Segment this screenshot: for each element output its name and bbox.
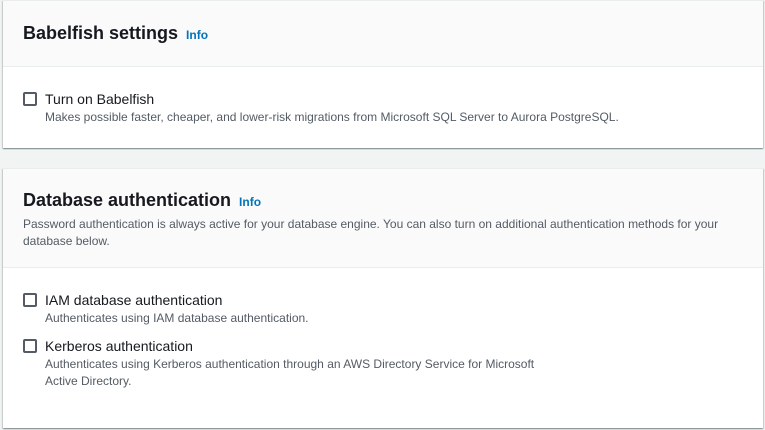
turn-on-babelfish-label[interactable]: Turn on Babelfish bbox=[45, 89, 745, 109]
database-authentication-title-row: Database authentication Info bbox=[23, 188, 743, 212]
turn-on-babelfish-checkbox[interactable] bbox=[23, 92, 37, 106]
babelfish-info-link[interactable]: Info bbox=[186, 28, 208, 42]
database-authentication-info-link[interactable]: Info bbox=[239, 195, 261, 209]
database-authentication-description: Password authentication is always active… bbox=[23, 217, 719, 248]
babelfish-settings-header: Babelfish settings Info bbox=[3, 1, 763, 67]
iam-authentication-label[interactable]: IAM database authentication bbox=[45, 290, 565, 310]
iam-authentication-text: IAM database authentication Authenticate… bbox=[45, 290, 565, 327]
babelfish-settings-title: Babelfish settings bbox=[23, 23, 179, 43]
database-authentication-header: Database authentication Info Password au… bbox=[3, 169, 763, 268]
turn-on-babelfish-description: Makes possible faster, cheaper, and lowe… bbox=[45, 110, 619, 124]
database-authentication-title: Database authentication bbox=[23, 190, 232, 210]
iam-authentication-option[interactable]: IAM database authentication Authenticate… bbox=[23, 290, 743, 327]
babelfish-settings-panel: Babelfish settings Info Turn on Babelfis… bbox=[3, 0, 763, 148]
turn-on-babelfish-option[interactable]: Turn on Babelfish Makes possible faster,… bbox=[23, 89, 743, 126]
kerberos-authentication-option[interactable]: Kerberos authentication Authenticates us… bbox=[23, 336, 743, 390]
kerberos-authentication-text: Kerberos authentication Authenticates us… bbox=[45, 336, 565, 390]
iam-authentication-description: Authenticates using IAM database authent… bbox=[45, 311, 309, 325]
database-authentication-panel: Database authentication Info Password au… bbox=[3, 168, 763, 428]
kerberos-authentication-description: Authenticates using Kerberos authenticat… bbox=[45, 357, 535, 388]
kerberos-authentication-label[interactable]: Kerberos authentication bbox=[45, 336, 565, 356]
babelfish-settings-body: Turn on Babelfish Makes possible faster,… bbox=[3, 67, 763, 126]
babelfish-title-row: Babelfish settings Info bbox=[23, 21, 743, 45]
iam-authentication-checkbox[interactable] bbox=[23, 293, 37, 307]
database-authentication-body: IAM database authentication Authenticate… bbox=[3, 268, 763, 390]
turn-on-babelfish-text: Turn on Babelfish Makes possible faster,… bbox=[45, 89, 745, 126]
kerberos-authentication-checkbox[interactable] bbox=[23, 339, 37, 353]
